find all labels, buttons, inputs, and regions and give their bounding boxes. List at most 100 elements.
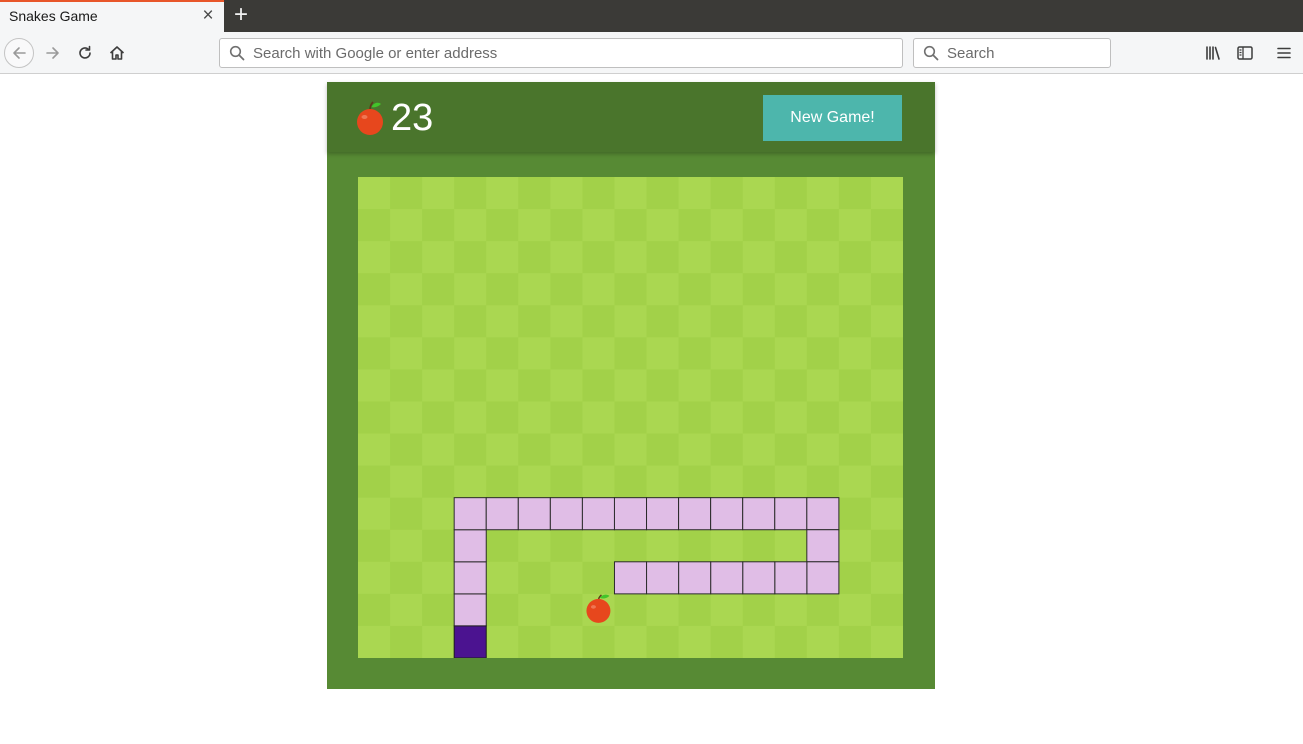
- board-tile: [646, 273, 680, 306]
- board-tile: [870, 561, 903, 595]
- board-tile: [838, 273, 872, 306]
- home-button[interactable]: [102, 38, 132, 68]
- board-tile: [582, 465, 615, 499]
- board-tile: [742, 209, 776, 242]
- board-tile: [486, 433, 519, 467]
- board-tile: [678, 433, 712, 467]
- board-tile: [742, 625, 776, 658]
- board-tile: [870, 337, 903, 370]
- board-tile: [742, 273, 776, 306]
- tab-snakes-game[interactable]: Snakes Game ×: [0, 0, 224, 32]
- board-tile: [806, 305, 840, 338]
- snake-segment: [742, 497, 776, 531]
- snake-segment: [613, 561, 648, 595]
- board-tile: [614, 337, 648, 370]
- board-tile: [582, 529, 615, 563]
- board-tile: [390, 465, 423, 499]
- forward-button[interactable]: [38, 38, 68, 68]
- board-tile: [518, 273, 551, 306]
- address-bar[interactable]: Search with Google or enter address: [219, 38, 903, 68]
- board-tile: [806, 337, 840, 370]
- board-tile: [806, 369, 840, 402]
- close-tab-icon[interactable]: ×: [199, 6, 217, 26]
- board-tile: [550, 241, 583, 274]
- snake-segment: [678, 497, 712, 531]
- snake-segment: [453, 593, 487, 627]
- new-game-button[interactable]: New Game!: [763, 95, 902, 141]
- snake-segment: [453, 529, 487, 563]
- library-icon: [1206, 46, 1220, 60]
- board-tile: [614, 401, 648, 435]
- board-tile: [358, 561, 391, 595]
- game-header: 23 New Game!: [327, 82, 935, 152]
- library-button[interactable]: [1198, 38, 1228, 68]
- board-tile: [806, 273, 840, 306]
- board-tile: [838, 497, 872, 531]
- snake-segment: [806, 529, 840, 563]
- menu-button[interactable]: [1269, 38, 1299, 68]
- board-tile: [358, 433, 391, 467]
- board-tile: [358, 529, 391, 563]
- sidebar-button[interactable]: [1230, 38, 1260, 68]
- board-tile: [614, 273, 648, 306]
- board-tile: [838, 561, 872, 595]
- board-tile: [486, 465, 519, 499]
- board-tile: [870, 401, 903, 435]
- search-icon: [229, 45, 245, 61]
- apple-icon: [357, 101, 383, 135]
- search-field[interactable]: Search: [913, 38, 1111, 68]
- board-tile: [774, 593, 808, 627]
- board-tile: [422, 465, 455, 499]
- board-tile: [710, 273, 744, 306]
- board-tile: [742, 593, 776, 627]
- game-board[interactable]: [358, 177, 903, 658]
- board-tile: [678, 305, 712, 338]
- board-tile: [774, 273, 808, 306]
- board-tile: [614, 593, 648, 627]
- snake-segment: [453, 497, 487, 531]
- snake-segment: [581, 497, 615, 531]
- board-tile: [614, 241, 648, 274]
- board-tile: [390, 529, 423, 563]
- board-tile: [838, 241, 872, 274]
- board-tile: [486, 305, 519, 338]
- tab-title: Snakes Game: [9, 8, 98, 24]
- board-tile: [646, 529, 680, 563]
- board-tile: [614, 529, 648, 563]
- board-tile: [710, 369, 744, 402]
- board-tile: [678, 465, 712, 499]
- board-tile: [550, 177, 583, 210]
- board-tile: [774, 177, 808, 210]
- board-tile: [390, 273, 423, 306]
- snake-segment: [646, 497, 680, 531]
- board-tile: [550, 273, 583, 306]
- board-tile: [486, 177, 519, 210]
- board-tile: [774, 337, 808, 370]
- board-tile: [422, 273, 455, 306]
- back-button[interactable]: [4, 38, 34, 68]
- address-placeholder: Search with Google or enter address: [253, 45, 498, 62]
- board-tile: [742, 465, 776, 499]
- snake-segment: [517, 497, 551, 531]
- snake-segment: [485, 497, 519, 531]
- back-icon: [13, 47, 26, 59]
- board-tile: [614, 177, 648, 210]
- board-tile: [582, 369, 615, 402]
- board-tile: [486, 241, 519, 274]
- board-tile: [550, 305, 583, 338]
- board-tile: [390, 401, 423, 435]
- board-tile: [774, 401, 808, 435]
- board-tile: [678, 273, 712, 306]
- sidebar-icon: [1237, 46, 1253, 60]
- board-tile: [838, 593, 872, 627]
- reload-button[interactable]: [70, 38, 100, 68]
- new-tab-icon[interactable]: +: [230, 2, 252, 28]
- snake-segment: [549, 497, 583, 531]
- board-tile: [838, 369, 872, 402]
- board-tile: [582, 273, 615, 306]
- board-tile: [838, 433, 872, 467]
- board-tile: [710, 337, 744, 370]
- board-tile: [806, 241, 840, 274]
- board-tile: [486, 273, 519, 306]
- board-tile: [550, 593, 583, 627]
